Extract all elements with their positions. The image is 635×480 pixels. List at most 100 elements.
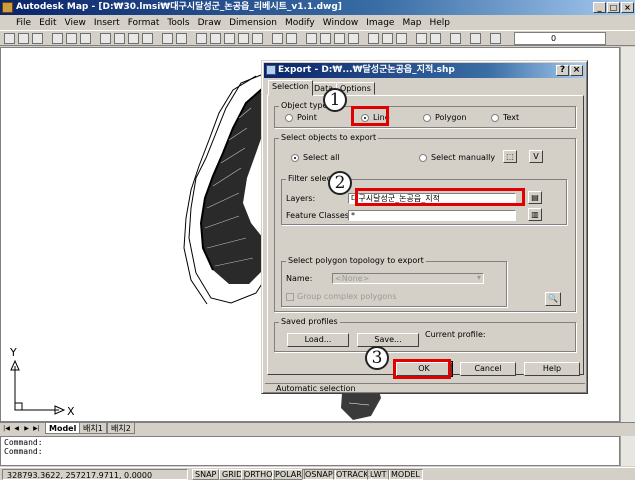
polygon-topology-group: Select polygon topology to export Name: … <box>281 256 507 307</box>
new-file-icon[interactable] <box>4 33 15 44</box>
next-tab-icon[interactable]: ▶ <box>22 424 31 433</box>
prev-tab-icon[interactable]: ◀ <box>12 424 21 433</box>
menu-dimension[interactable]: Dimension <box>229 18 277 28</box>
menu-file[interactable]: File <box>16 18 31 28</box>
group-complex-polygons-checkbox[interactable]: Group complex polygons <box>286 292 396 301</box>
design-center-icon[interactable] <box>382 33 393 44</box>
redo-icon[interactable] <box>176 33 187 44</box>
menu-draw[interactable]: Draw <box>198 18 222 28</box>
command-scrollbar[interactable] <box>620 436 635 466</box>
tool-palettes-icon[interactable] <box>396 33 407 44</box>
menu-view[interactable]: View <box>65 18 86 28</box>
app-title-bar: Autodesk Map - [D:₩30.lmsi₩대구시달성군_논공읍_리베… <box>0 0 635 15</box>
dialog-close-icon[interactable]: × <box>570 65 583 76</box>
radio-select-all[interactable]: Select all <box>291 153 340 162</box>
polar-toggle[interactable]: POLAR <box>272 469 305 480</box>
paste-icon[interactable] <box>128 33 139 44</box>
radio-select-manually-indicator[interactable] <box>419 153 427 162</box>
menu-insert[interactable]: Insert <box>94 18 120 28</box>
help-icon[interactable] <box>416 33 427 44</box>
open-file-icon[interactable] <box>18 33 29 44</box>
zoom-previous-icon[interactable] <box>348 33 359 44</box>
feature-classes-input[interactable]: * <box>348 210 516 221</box>
first-tab-icon[interactable]: |◀ <box>2 424 11 433</box>
model-toggle[interactable]: MODEL <box>388 469 423 480</box>
snap-toggle[interactable]: SNAP <box>192 469 220 480</box>
help-button[interactable]: Help <box>524 362 580 376</box>
radio-select-manually[interactable]: Select manually <box>419 153 495 162</box>
map-export-icon[interactable] <box>252 33 263 44</box>
today-icon[interactable] <box>430 33 441 44</box>
radio-polygon[interactable]: Polygon <box>423 113 466 122</box>
save-icon[interactable] <box>32 33 43 44</box>
group-complex-polygons-box[interactable] <box>286 292 294 301</box>
map-query-icon[interactable] <box>224 33 235 44</box>
menu-map[interactable]: Map <box>402 18 421 28</box>
properties-icon[interactable] <box>368 33 379 44</box>
map-display-icon[interactable] <box>238 33 249 44</box>
zoom-realtime-icon[interactable] <box>320 33 331 44</box>
menu-window[interactable]: Window <box>323 18 359 28</box>
dialog-title: Export - D:₩...₩달성군논공읍_지적.shp <box>278 65 455 75</box>
feature-classes-browse-icon[interactable]: ▥ <box>528 208 542 221</box>
topology-name-select[interactable]: <None> <box>332 273 484 284</box>
close-icon[interactable]: × <box>621 2 634 13</box>
osnap-icon[interactable] <box>286 33 297 44</box>
lwt-toggle[interactable]: LWT <box>367 469 390 480</box>
chevron-down-icon[interactable]: ▾ <box>477 273 481 282</box>
tab-layout2[interactable]: 배치2 <box>107 423 135 434</box>
dialog-help-icon[interactable]: ? <box>556 65 569 76</box>
radio-point-indicator[interactable] <box>285 113 293 122</box>
command-window[interactable]: Command: Command: <box>0 436 620 466</box>
save-button[interactable]: Save... <box>357 333 419 347</box>
radio-text-indicator[interactable] <box>491 113 499 122</box>
match-properties-icon[interactable] <box>142 33 153 44</box>
drawing-vertical-scrollbar[interactable] <box>620 47 635 422</box>
tab-selection[interactable]: Selection <box>268 80 313 96</box>
maximize-icon[interactable]: □ <box>607 2 620 13</box>
cut-icon[interactable] <box>100 33 111 44</box>
quick-select-icon[interactable]: V <box>529 150 543 163</box>
radio-text[interactable]: Text <box>491 113 519 122</box>
menu-help[interactable]: Help <box>429 18 450 28</box>
map-tool-icon[interactable] <box>210 33 221 44</box>
coordinate-readout: 328793.3622, 257217.9711, 0.0000 <box>2 469 188 480</box>
ortho-toggle[interactable]: ORTHO <box>241 469 276 480</box>
dialog-title-bar: Export - D:₩...₩달성군논공읍_지적.shp ? × <box>264 63 585 78</box>
radio-polygon-indicator[interactable] <box>423 113 431 122</box>
radio-point[interactable]: Point <box>285 113 317 122</box>
menu-image[interactable]: Image <box>366 18 394 28</box>
ucs-icon[interactable] <box>272 33 283 44</box>
pick-objects-icon[interactable]: ⬚ <box>503 150 517 163</box>
print-preview-icon[interactable] <box>66 33 77 44</box>
cancel-button[interactable]: Cancel <box>460 362 516 376</box>
menu-format[interactable]: Format <box>128 18 160 28</box>
last-tab-icon[interactable]: ▶| <box>32 424 41 433</box>
hyperlink-icon[interactable] <box>196 33 207 44</box>
minimize-icon[interactable]: _ <box>593 2 606 13</box>
print-icon[interactable] <box>52 33 63 44</box>
pan-icon[interactable] <box>306 33 317 44</box>
load-button[interactable]: Load... <box>287 333 349 347</box>
highlight-ok-button <box>393 359 451 379</box>
tab-layout1[interactable]: 배치1 <box>79 423 107 434</box>
find-icon[interactable] <box>80 33 91 44</box>
layer-dropdown[interactable]: 0 <box>514 32 606 45</box>
undo-icon[interactable] <box>162 33 173 44</box>
layers-browse-icon[interactable]: ▤ <box>528 191 542 204</box>
copy-icon[interactable] <box>114 33 125 44</box>
app-title: Autodesk Map - [D:₩30.lmsi₩대구시달성군_논공읍_리베… <box>16 2 342 12</box>
menu-modify[interactable]: Modify <box>285 18 315 28</box>
layers-icon[interactable] <box>450 33 461 44</box>
radio-select-all-indicator[interactable] <box>291 153 299 162</box>
menu-tools[interactable]: Tools <box>167 18 189 28</box>
menu-edit[interactable]: Edit <box>39 18 56 28</box>
layer-previous-icon[interactable] <box>470 33 481 44</box>
tab-model[interactable]: Model <box>45 423 81 434</box>
zoom-window-icon[interactable] <box>334 33 345 44</box>
callout-3: 3 <box>365 346 389 370</box>
zoom-search-icon[interactable]: 🔍 <box>545 292 561 306</box>
osnap-toggle[interactable]: OSNAP <box>302 469 336 480</box>
otrack-toggle[interactable]: OTRACK <box>333 469 372 480</box>
layer-state-icon[interactable] <box>490 33 501 44</box>
